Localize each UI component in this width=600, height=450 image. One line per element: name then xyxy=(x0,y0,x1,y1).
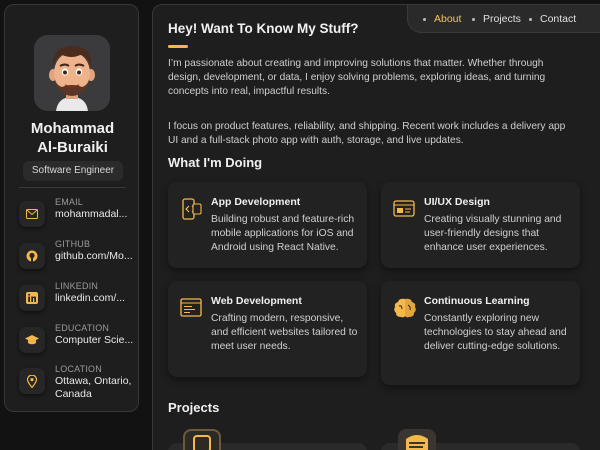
contact-education: EDUCATION Computer Scie... xyxy=(19,323,139,359)
brain-icon xyxy=(393,297,416,319)
linkedin-icon xyxy=(19,285,45,311)
linkedin-link[interactable]: linkedin.com/... xyxy=(55,292,135,305)
card-title: Continuous Learning xyxy=(424,295,530,307)
nav-about[interactable]: About xyxy=(434,13,461,25)
card-text: Constantly exploring new technologies to… xyxy=(424,313,567,352)
title-underline xyxy=(168,45,188,48)
github-link[interactable]: github.com/Mo... xyxy=(55,250,135,263)
nav-bullet xyxy=(472,18,475,21)
contact-linkedin: LINKEDIN linkedin.com/... xyxy=(19,281,139,317)
location-pin-icon xyxy=(19,368,45,394)
ui-design-icon xyxy=(393,198,415,220)
main-panel: About Projects Contact Hey! Want To Know… xyxy=(152,4,600,450)
contact-label: LINKEDIN xyxy=(55,281,99,291)
nav-bullet xyxy=(423,18,426,21)
nav-projects[interactable]: Projects xyxy=(483,13,521,25)
service-card-app-development: App Development Building robust and feat… xyxy=(168,182,367,268)
profile-sidebar: Mohammad Al-Buraiki Software Engineer EM… xyxy=(4,4,139,412)
projects-section-title: Projects xyxy=(168,400,220,415)
card-text: Building robust and feature-rich mobile … xyxy=(211,214,355,253)
doing-section-title: What I'm Doing xyxy=(168,155,263,170)
project-thumbnail[interactable] xyxy=(398,429,436,450)
nav-bullet xyxy=(529,18,532,21)
project-thumbnail[interactable] xyxy=(183,429,221,450)
service-card-continuous-learning: Continuous Learning Constantly exploring… xyxy=(381,281,580,385)
graduation-cap-icon xyxy=(19,327,45,353)
service-card-web-development: Web Development Crafting modern, respons… xyxy=(168,281,367,377)
contact-location: LOCATION Ottawa, Ontario, Canada xyxy=(19,364,139,406)
nav-contact[interactable]: Contact xyxy=(540,13,576,25)
profile-name-first: Mohammad xyxy=(30,120,115,137)
about-paragraph-2: I focus on product features, reliability… xyxy=(168,121,566,146)
github-icon xyxy=(19,243,45,269)
contact-label: LOCATION xyxy=(55,364,102,374)
contact-label: GITHUB xyxy=(55,239,91,249)
avatar xyxy=(34,35,110,111)
card-text: Crafting modern, responsive, and efficie… xyxy=(211,313,358,352)
service-card-ui-ux-design: UI/UX Design Creating visually stunning … xyxy=(381,182,580,268)
email-link[interactable]: mohammadal... xyxy=(55,208,135,221)
contact-github: GITHUB github.com/Mo... xyxy=(19,239,139,275)
top-navbar: About Projects Contact xyxy=(407,5,600,33)
contact-email: EMAIL mohammadal... xyxy=(19,197,139,233)
card-text: Creating visually stunning and user-frie… xyxy=(424,214,562,253)
education-value: Computer Scie... xyxy=(55,334,134,346)
memoji-avatar-icon xyxy=(34,35,110,111)
mobile-code-icon xyxy=(180,198,202,220)
location-value: Ottawa, Ontario, Canada xyxy=(55,375,132,400)
card-title: UI/UX Design xyxy=(424,196,490,208)
about-paragraph-1: I’m passionate about creating and improv… xyxy=(168,58,546,97)
page-title: Hey! Want To Know My Stuff? xyxy=(168,21,359,36)
web-code-icon xyxy=(180,297,202,319)
sidebar-divider xyxy=(19,187,126,188)
card-title: Web Development xyxy=(211,295,302,307)
mail-icon xyxy=(19,201,45,227)
contact-label: EMAIL xyxy=(55,197,84,207)
role-badge: Software Engineer xyxy=(23,161,123,181)
card-title: App Development xyxy=(211,196,301,208)
profile-name-last: Al-Buraiki xyxy=(37,139,108,156)
contact-label: EDUCATION xyxy=(55,323,110,333)
